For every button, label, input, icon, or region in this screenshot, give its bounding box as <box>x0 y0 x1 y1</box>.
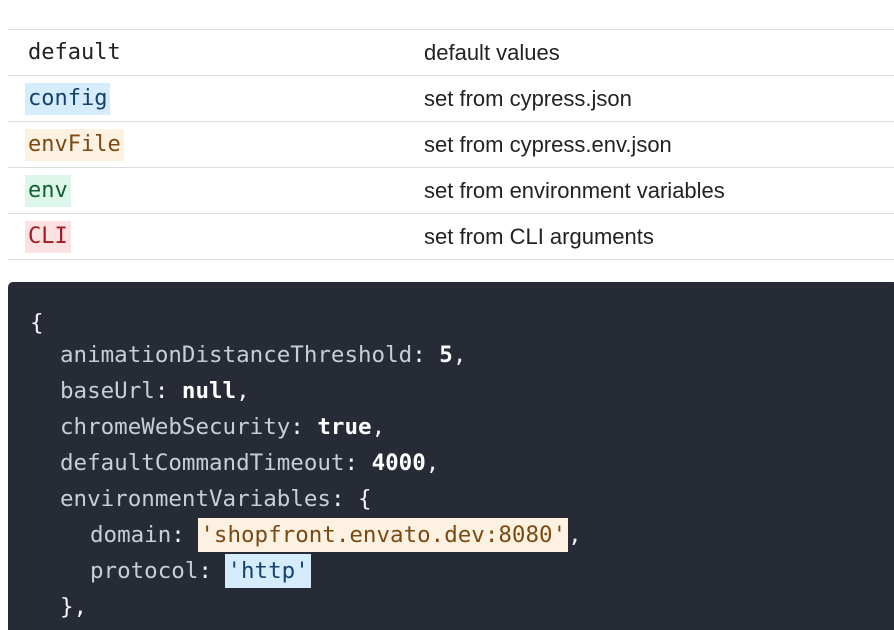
nested-close-brace: }, <box>60 594 88 620</box>
resolved-config-legend: default default values config set from c… <box>8 29 894 260</box>
legend-key: config <box>25 83 111 115</box>
legend-key: env <box>25 175 71 207</box>
legend-key: default <box>28 40 121 65</box>
legend-row-default: default default values <box>8 30 894 76</box>
code-line-open: { <box>30 305 44 341</box>
legend-description: set from cypress.json <box>424 86 632 111</box>
config-key: defaultCommandTimeout <box>60 450 345 476</box>
config-key: chromeWebSecurity <box>60 414 291 440</box>
config-value-highlight-envfile: 'shopfront.envato.dev:8080' <box>198 518 569 552</box>
config-key: animationDistanceThreshold <box>60 342 413 368</box>
legend-key: envFile <box>25 129 124 161</box>
legend-description: default values <box>424 40 560 65</box>
legend-description: set from CLI arguments <box>424 224 654 249</box>
config-key: baseUrl <box>60 378 155 404</box>
legend-description: set from environment variables <box>424 178 725 203</box>
code-line-default-command-timeout: defaultCommandTimeout: 4000, <box>60 450 440 476</box>
code-line-animation-distance: animationDistanceThreshold: 5, <box>60 342 467 368</box>
code-line-base-url: baseUrl: null, <box>60 378 250 404</box>
legend-row-config: config set from cypress.json <box>8 76 894 122</box>
config-key: domain <box>90 522 172 548</box>
code-line-domain: domain: 'shopfront.envato.dev:8080', <box>90 517 582 553</box>
config-value: true <box>317 414 372 440</box>
nested-open-brace: { <box>358 486 372 512</box>
resolved-config-code-block: { animationDistanceThreshold: 5, baseUrl… <box>8 282 894 630</box>
legend-row-cli: CLI set from CLI arguments <box>8 214 894 260</box>
config-value-highlight-config: 'http' <box>225 554 311 588</box>
config-key: protocol <box>90 558 199 584</box>
code-line-nested-close: }, <box>60 589 87 625</box>
legend-key: CLI <box>25 221 71 253</box>
code-line-environment-variables: environmentVariables: { <box>60 486 372 512</box>
legend-description: set from cypress.env.json <box>424 132 672 157</box>
open-brace: { <box>30 310 44 336</box>
code-line-protocol: protocol: 'http' <box>90 553 311 589</box>
config-key: environmentVariables <box>60 486 331 512</box>
config-value: 4000 <box>371 450 426 476</box>
legend-row-env: env set from environment variables <box>8 168 894 214</box>
code-line-chrome-web-security: chromeWebSecurity: true, <box>60 414 386 440</box>
config-value: 5 <box>439 342 453 368</box>
config-value: null <box>181 378 237 404</box>
legend-row-envfile: envFile set from cypress.env.json <box>8 122 894 168</box>
